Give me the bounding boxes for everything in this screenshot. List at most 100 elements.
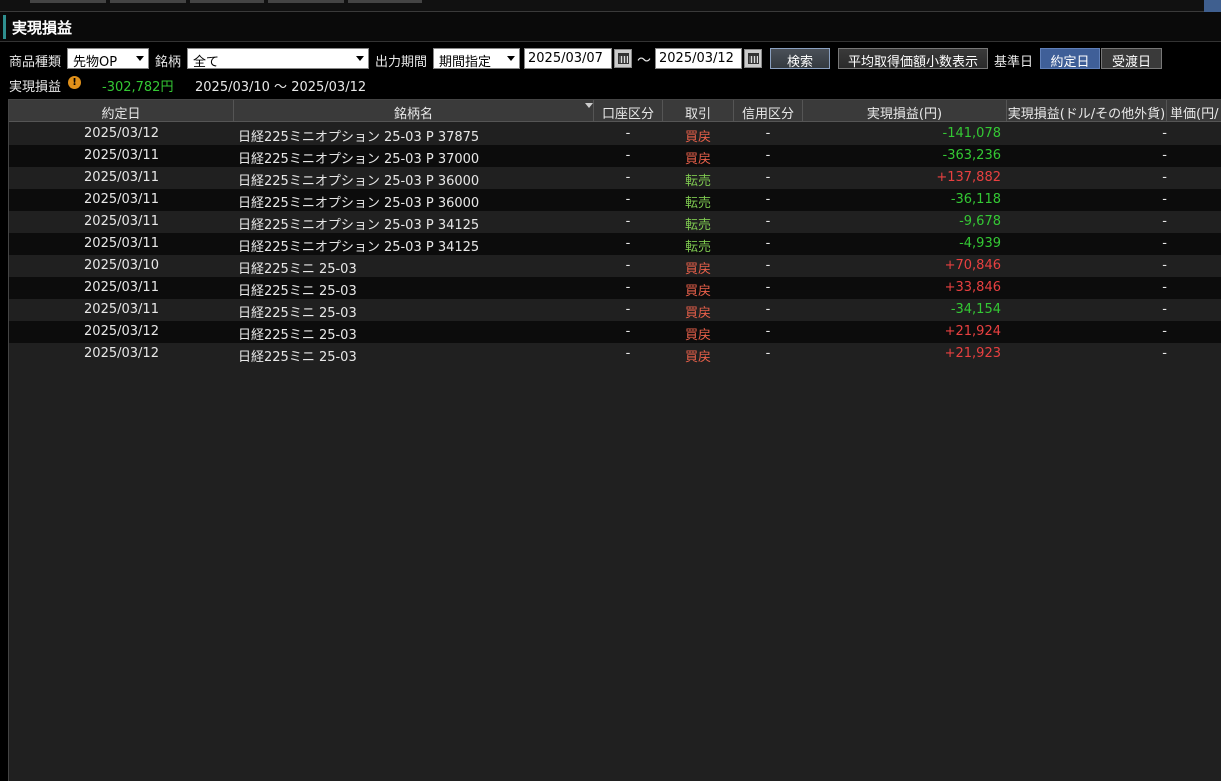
cell-symbol-name: 日経225ミニ 25-03 xyxy=(238,306,357,321)
cell-realized-pl-fx: - xyxy=(1162,280,1167,295)
title-accent xyxy=(3,15,6,39)
cell-credit-type: - xyxy=(765,258,771,273)
table-row[interactable]: 2025/03/11 日経225ミニ 25-03 - 買戻 - +33,846 - xyxy=(9,277,1221,299)
cell-realized-pl-jpy: -34,154 xyxy=(950,302,1001,317)
cell-credit-type: - xyxy=(765,192,771,207)
column-header-account-type[interactable]: 口座区分 xyxy=(594,100,663,122)
cell-realized-pl-fx: - xyxy=(1162,236,1167,251)
cell-trade: 買戻 xyxy=(684,130,711,145)
cell-realized-pl-jpy: +33,846 xyxy=(944,280,1001,295)
base-trade-date-toggle[interactable]: 約定日 xyxy=(1040,48,1100,70)
base-date-label: 基準日 xyxy=(994,55,1034,70)
summary-date-range: 2025/03/10 ～ 2025/03/12 xyxy=(195,80,367,95)
table-row[interactable]: 2025/03/11 日経225ミニオプション 25-03 P 36000 - 転売 -… xyxy=(9,167,1221,189)
period-value: 期間指定 xyxy=(439,55,492,69)
cell-trade: 買戻 xyxy=(684,262,711,277)
cell-trade: 転売 xyxy=(684,240,711,255)
cell-trade: 買戻 xyxy=(684,284,711,299)
cell-trade: 買戻 xyxy=(684,350,711,365)
symbol-value: 全て xyxy=(193,55,220,69)
cell-credit-type: - xyxy=(765,126,771,141)
column-header-credit-type[interactable]: 信用区分 xyxy=(734,100,803,122)
cell-realized-pl-fx: - xyxy=(1162,170,1167,185)
cell-trade: 転売 xyxy=(684,196,711,211)
cell-realized-pl-jpy: +21,924 xyxy=(944,324,1001,339)
cell-trade: 転売 xyxy=(684,174,711,189)
cell-credit-type: - xyxy=(765,148,771,163)
cell-symbol-name: 日経225ミニオプション 25-03 P 37875 xyxy=(238,130,480,145)
summary-value: -302,782円 xyxy=(102,80,174,95)
cell-realized-pl-fx: - xyxy=(1162,258,1167,273)
period-select[interactable]: 期間指定 xyxy=(433,48,520,69)
cell-realized-pl-fx: - xyxy=(1162,126,1167,141)
table-row[interactable]: 2025/03/11 日経225ミニオプション 25-03 P 34125 - 転売 -… xyxy=(9,211,1221,233)
cell-symbol-name: 日経225ミニオプション 25-03 P 36000 xyxy=(238,196,480,211)
column-header-trade[interactable]: 取引 xyxy=(663,100,734,122)
cell-trade: 買戻 xyxy=(684,152,711,167)
calendar-to-button[interactable] xyxy=(744,49,762,68)
date-to-input[interactable]: 2025/03/12 xyxy=(655,48,742,69)
cell-credit-type: - xyxy=(765,302,771,317)
cell-trade-date: 2025/03/11 xyxy=(84,148,159,163)
cell-trade: 転売 xyxy=(684,218,711,233)
search-button[interactable]: 検索 xyxy=(770,48,830,70)
tab-stub-5[interactable] xyxy=(348,0,422,3)
cell-account-type: - xyxy=(625,192,631,207)
cell-realized-pl-fx: - xyxy=(1162,302,1167,317)
calendar-from-button[interactable] xyxy=(614,49,632,68)
table-row[interactable]: 2025/03/12 日経225ミニ 25-03 - 買戻 - +21,923 - xyxy=(9,343,1221,365)
tab-stub-1[interactable] xyxy=(30,0,106,3)
cell-account-type: - xyxy=(625,346,631,361)
cell-realized-pl-fx: - xyxy=(1162,346,1167,361)
cell-realized-pl-jpy: -363,236 xyxy=(942,148,1001,163)
cell-account-type: - xyxy=(625,302,631,317)
base-delivery-date-toggle[interactable]: 受渡日 xyxy=(1101,48,1162,70)
column-header-trade-date[interactable]: 約定日 xyxy=(9,100,234,122)
cell-symbol-name: 日経225ミニオプション 25-03 P 34125 xyxy=(238,240,480,255)
cell-realized-pl-jpy: +70,846 xyxy=(944,258,1001,273)
tab-stub-3[interactable] xyxy=(190,0,264,3)
sort-down-icon xyxy=(585,103,593,108)
table-row[interactable]: 2025/03/12 日経225ミニ 25-03 - 買戻 - +21,924 - xyxy=(9,321,1221,343)
column-header-symbol-name[interactable]: 銘柄名 xyxy=(234,100,594,122)
realized-pl-table: 約定日 銘柄名 口座区分 取引 信用区分 実現損益(円) 実現損益(ドル/その他… xyxy=(8,99,1221,781)
column-header-realized-pl-fx[interactable]: 実現損益(ドル/その他外貨) xyxy=(1007,100,1167,122)
symbol-label: 銘柄 xyxy=(155,55,182,70)
column-header-realized-pl-jpy[interactable]: 実現損益(円) xyxy=(803,100,1007,122)
product-type-label: 商品種類 xyxy=(9,55,62,70)
symbol-select[interactable]: 全て xyxy=(187,48,369,69)
filter-bar: 商品種類 先物OP 銘柄 全て 出力期間 期間指定 2025/03/07 ～ 2… xyxy=(0,47,1221,71)
cell-symbol-name: 日経225ミニオプション 25-03 P 34125 xyxy=(238,218,480,233)
panel-title-bar: 実現損益 xyxy=(0,12,1221,42)
cell-trade-date: 2025/03/12 xyxy=(84,346,159,361)
table-row[interactable]: 2025/03/11 日経225ミニオプション 25-03 P 34125 - 転売 -… xyxy=(9,233,1221,255)
cell-account-type: - xyxy=(625,148,631,163)
table-row[interactable]: 2025/03/11 日経225ミニオプション 25-03 P 37000 - 買戻 -… xyxy=(9,145,1221,167)
tab-stub-2[interactable] xyxy=(110,0,186,3)
calendar-icon xyxy=(618,53,629,64)
table-row[interactable]: 2025/03/10 日経225ミニ 25-03 - 買戻 - +70,846 - xyxy=(9,255,1221,277)
page-title: 実現損益 xyxy=(12,19,73,37)
cell-credit-type: - xyxy=(765,170,771,185)
cell-account-type: - xyxy=(625,170,631,185)
cell-realized-pl-jpy: +21,923 xyxy=(944,346,1001,361)
warning-icon[interactable]: ! xyxy=(68,76,81,89)
summary-label: 実現損益 xyxy=(9,80,62,95)
cell-symbol-name: 日経225ミニ 25-03 xyxy=(238,262,357,277)
column-header-unit-price[interactable]: 単価(円/ xyxy=(1167,100,1221,122)
avg-price-decimal-button[interactable]: 平均取得価額小数表示 xyxy=(838,48,988,70)
table-row[interactable]: 2025/03/12 日経225ミニオプション 25-03 P 37875 - 買戻 -… xyxy=(9,123,1221,145)
product-type-select[interactable]: 先物OP xyxy=(67,48,149,69)
table-row[interactable]: 2025/03/11 日経225ミニオプション 25-03 P 36000 - 転売 -… xyxy=(9,189,1221,211)
cell-credit-type: - xyxy=(765,236,771,251)
date-from-input[interactable]: 2025/03/07 xyxy=(524,48,612,69)
cell-account-type: - xyxy=(625,258,631,273)
cell-realized-pl-jpy: -141,078 xyxy=(942,126,1001,141)
corner-button[interactable] xyxy=(1204,0,1221,12)
cell-trade-date: 2025/03/11 xyxy=(84,302,159,317)
cell-symbol-name: 日経225ミニ 25-03 xyxy=(238,328,357,343)
tab-stub-4[interactable] xyxy=(268,0,344,3)
table-row[interactable]: 2025/03/11 日経225ミニ 25-03 - 買戻 - -34,154 - xyxy=(9,299,1221,321)
chevron-down-icon xyxy=(507,56,515,61)
cell-account-type: - xyxy=(625,324,631,339)
